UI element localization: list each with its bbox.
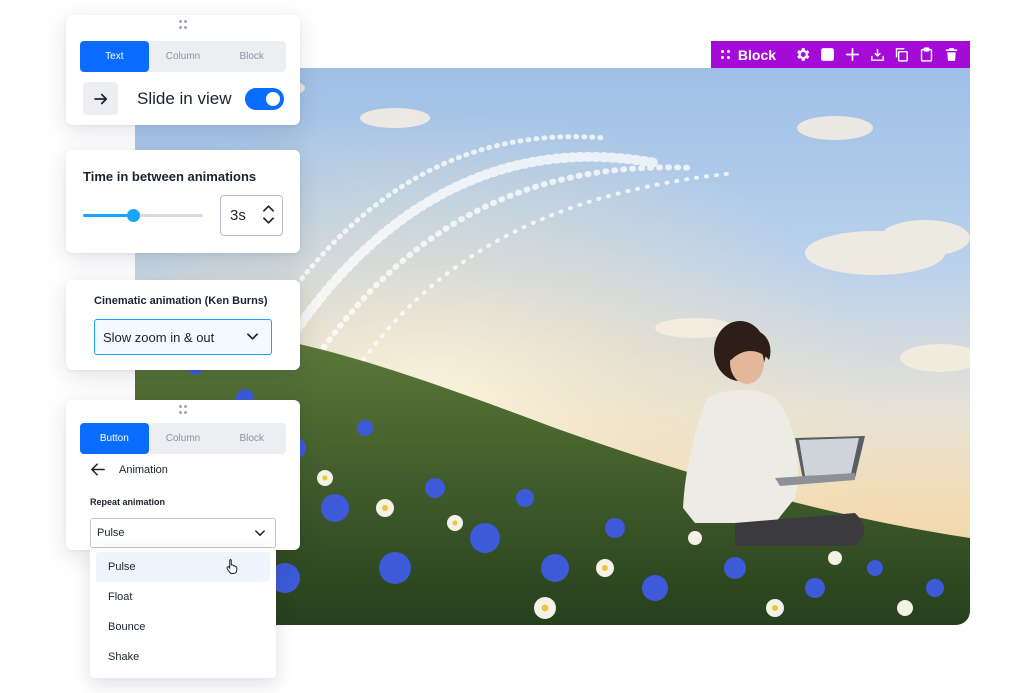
effect-icon-button[interactable] [83, 82, 118, 115]
element-tabs: Text Column Block [80, 41, 286, 72]
cinematic-title: Cinematic animation (Ken Burns) [94, 295, 268, 307]
cinematic-selected-value: Slow zoom in & out [103, 329, 215, 345]
settings-icon[interactable] [790, 41, 815, 68]
duration-stepper[interactable]: 3s [220, 195, 283, 236]
chevron-up-icon[interactable] [263, 204, 274, 212]
dropdown-option-bounce[interactable]: Bounce [96, 612, 270, 642]
cinematic-select[interactable]: Slow zoom in & out [94, 319, 272, 355]
tab-block[interactable]: Block [217, 423, 286, 454]
arrow-right-icon [93, 93, 107, 104]
effect-label: Slide in view [137, 89, 232, 108]
timing-slider[interactable] [83, 209, 203, 222]
tab-button[interactable]: Button [80, 423, 149, 454]
chevron-down-icon[interactable] [263, 217, 274, 225]
duplicate-icon[interactable] [889, 41, 914, 68]
toolbar-label: Block [737, 46, 777, 63]
element-tabs: Button Column Block [80, 423, 286, 454]
arrow-left-icon [91, 463, 105, 476]
color-swatch-button[interactable] [815, 41, 840, 68]
repeat-animation-select[interactable]: Pulse [90, 518, 276, 548]
tab-block[interactable]: Block [217, 41, 286, 72]
repeat-animation-dropdown: Pulse Float Bounce Shake [90, 548, 276, 678]
tab-text[interactable]: Text [80, 41, 149, 72]
tab-column[interactable]: Column [149, 41, 218, 72]
delete-icon[interactable] [939, 41, 964, 68]
dropdown-option-pulse[interactable]: Pulse [96, 552, 270, 582]
repeat-animation-label: Repeat animation [90, 497, 166, 507]
back-label: Animation [119, 463, 168, 476]
timing-title: Time in between animations [83, 169, 257, 184]
chevron-down-icon [247, 333, 258, 340]
slide-in-view-toggle[interactable] [245, 88, 284, 110]
chevron-down-icon [255, 530, 265, 536]
duration-value: 3s [230, 207, 246, 224]
tab-column[interactable]: Column [149, 423, 218, 454]
drag-handle-icon[interactable] [719, 48, 732, 62]
block-toolbar: Block [711, 41, 970, 68]
drag-handle-icon[interactable] [178, 20, 188, 30]
dropdown-option-shake[interactable]: Shake [96, 642, 270, 672]
drag-handle-icon[interactable] [178, 405, 188, 415]
back-button[interactable]: Animation [91, 463, 168, 476]
repeat-selected-value: Pulse [97, 527, 125, 539]
download-icon[interactable] [865, 41, 890, 68]
paste-icon[interactable] [914, 41, 939, 68]
pointer-cursor-icon [226, 559, 238, 574]
slider-fill [83, 214, 134, 217]
add-icon[interactable] [840, 41, 865, 68]
dropdown-option-float[interactable]: Float [96, 582, 270, 612]
